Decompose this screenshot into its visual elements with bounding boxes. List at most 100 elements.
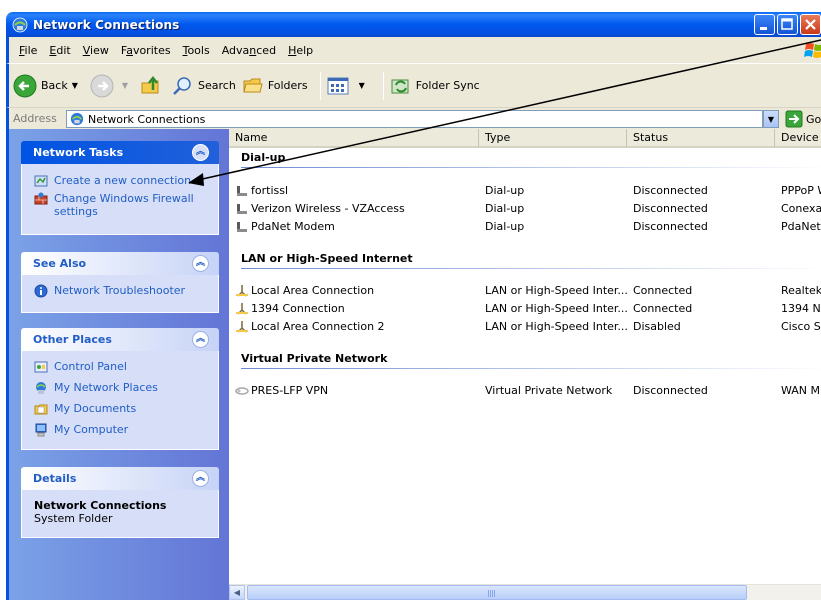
scrollbar-thumb[interactable]	[247, 585, 747, 600]
close-icon	[805, 19, 816, 30]
views-icon	[327, 77, 349, 94]
dial-up-icon	[237, 204, 247, 214]
table-row[interactable]: fortissl Dial-up Disconnected PPPoP W	[229, 182, 821, 199]
my-network-places-link[interactable]: My Network Places	[34, 381, 210, 395]
maximize-button[interactable]	[777, 14, 798, 35]
folders-button[interactable]: Folders	[242, 75, 308, 97]
chevron-left-icon: ◀	[233, 588, 241, 597]
grip-icon	[488, 590, 496, 597]
menu-tools[interactable]: Tools	[177, 44, 216, 57]
my-computer-link[interactable]: My Computer	[34, 423, 210, 437]
control-panel-link[interactable]: Control Panel	[34, 360, 210, 374]
forward-button[interactable]: ▼	[90, 74, 134, 98]
new-connection-icon	[34, 175, 48, 187]
menu-favorites[interactable]: Favorites	[115, 44, 177, 57]
address-label: Address	[13, 112, 57, 125]
back-button[interactable]: Back ▼	[13, 74, 84, 98]
computer-icon	[35, 423, 47, 437]
dial-up-icon	[237, 186, 247, 196]
search-button[interactable]: Search	[172, 75, 236, 97]
network-tasks-body: Create a new connection Change Windows F…	[21, 164, 219, 235]
folder-sync-button[interactable]: Folder Sync	[390, 75, 480, 97]
chevron-down-icon: ▼	[767, 114, 775, 124]
table-row[interactable]: PRES-LFP VPN Virtual Private Network Dis…	[229, 382, 821, 399]
group-header-dial-up: Dial-up	[241, 151, 286, 164]
group-divider	[241, 368, 821, 369]
menu-help[interactable]: Help	[282, 44, 319, 57]
close-button[interactable]	[800, 14, 821, 35]
forward-arrow-icon	[90, 74, 114, 97]
title-bar[interactable]: Network Connections	[6, 12, 821, 37]
see-also-header[interactable]: See Also ︽	[21, 252, 219, 275]
content-area: Network Tasks ︽ Create a new connection	[6, 129, 821, 600]
collapse-icon[interactable]: ︽	[192, 144, 209, 161]
lan-connection-icon	[236, 285, 248, 297]
other-places-panel: Other Places ︽ Control Panel My Network …	[21, 328, 219, 450]
menu-bar: File Edit View Favorites Tools Advanced …	[6, 37, 821, 63]
network-troubleshooter-link[interactable]: Network Troubleshooter	[34, 284, 210, 298]
toolbar-separator	[319, 71, 321, 100]
go-button[interactable]: Go	[785, 110, 821, 128]
see-also-panel: See Also ︽ Network Troubleshooter	[21, 252, 219, 313]
group-header-lan: LAN or High-Speed Internet	[241, 252, 413, 265]
folder-sync-icon	[391, 79, 409, 93]
maximize-icon	[781, 18, 793, 30]
search-icon	[173, 76, 191, 95]
table-row[interactable]: 1394 Connection LAN or High-Speed Inter.…	[229, 300, 821, 317]
vpn-icon	[235, 387, 249, 395]
menu-file[interactable]: File	[13, 44, 43, 57]
menu-edit[interactable]: Edit	[43, 44, 76, 57]
forward-dropdown-icon[interactable]: ▼	[122, 81, 128, 90]
back-arrow-icon	[13, 74, 37, 97]
table-row[interactable]: PdaNet Modem Dial-up Disconnected PdaNet…	[229, 218, 821, 235]
go-arrow-icon	[785, 110, 803, 128]
lan-connection-icon	[236, 321, 248, 333]
create-new-connection-link[interactable]: Create a new connection	[34, 174, 210, 188]
standard-toolbar: Back ▼ ▼ Search Folders ▼ Folder Sync	[6, 63, 821, 107]
control-panel-icon	[34, 361, 48, 373]
toolbar-separator	[382, 71, 384, 100]
column-header-type[interactable]: Type	[479, 129, 627, 148]
table-row[interactable]: Verizon Wireless - VZAccess Dial-up Disc…	[229, 200, 821, 217]
other-places-body: Control Panel My Network Places My Docum…	[21, 351, 219, 450]
other-places-header[interactable]: Other Places ︽	[21, 328, 219, 351]
views-button[interactable]: ▼	[327, 75, 371, 97]
panel-title: Network Tasks	[33, 146, 124, 159]
network-tasks-panel: Network Tasks ︽ Create a new connection	[21, 141, 219, 235]
up-folder-button[interactable]	[140, 75, 166, 97]
address-input[interactable]: Network Connections	[66, 110, 763, 128]
my-documents-link[interactable]: My Documents	[34, 402, 210, 416]
horizontal-scrollbar[interactable]: ◀ ▶	[229, 584, 821, 600]
menu-advanced[interactable]: Advanced	[216, 44, 282, 57]
connections-list-view: Name Type Status Device N Dial-up fortis…	[229, 129, 821, 600]
minimize-button[interactable]	[754, 14, 775, 35]
change-firewall-settings-link[interactable]: Change Windows Firewall settings	[34, 192, 210, 218]
collapse-icon[interactable]: ︽	[192, 331, 209, 348]
windows-logo-icon	[804, 43, 821, 58]
table-row[interactable]: Local Area Connection 2 LAN or High-Spee…	[229, 318, 821, 335]
views-dropdown-icon[interactable]: ▼	[359, 81, 365, 90]
address-dropdown-button[interactable]: ▼	[763, 110, 779, 128]
details-header[interactable]: Details ︽	[21, 467, 219, 490]
column-header-device-name[interactable]: Device N	[775, 129, 821, 148]
column-header-name[interactable]: Name	[229, 129, 479, 148]
details-name: Network Connections	[34, 499, 167, 512]
collapse-icon[interactable]: ︽	[192, 255, 209, 272]
panel-title: Details	[33, 472, 77, 485]
address-bar: Address Network Connections ▼ Go	[6, 107, 821, 129]
back-dropdown-icon[interactable]: ▼	[72, 81, 78, 90]
scroll-left-button[interactable]: ◀	[229, 585, 245, 600]
panel-title: See Also	[33, 257, 87, 270]
network-connections-icon	[12, 17, 28, 32]
network-tasks-header[interactable]: Network Tasks ︽	[21, 141, 219, 164]
collapse-icon[interactable]: ︽	[192, 470, 209, 487]
group-header-vpn: Virtual Private Network	[241, 352, 388, 365]
menu-view[interactable]: View	[77, 44, 115, 57]
dial-up-icon	[237, 222, 247, 232]
group-divider	[241, 268, 821, 269]
network-connections-icon	[70, 112, 84, 126]
task-pane: Network Tasks ︽ Create a new connection	[9, 129, 229, 600]
network-connections-window: Network Connections File Edit View Favor…	[0, 0, 821, 600]
table-row[interactable]: Local Area Connection LAN or High-Speed …	[229, 282, 821, 299]
column-header-status[interactable]: Status	[627, 129, 775, 148]
